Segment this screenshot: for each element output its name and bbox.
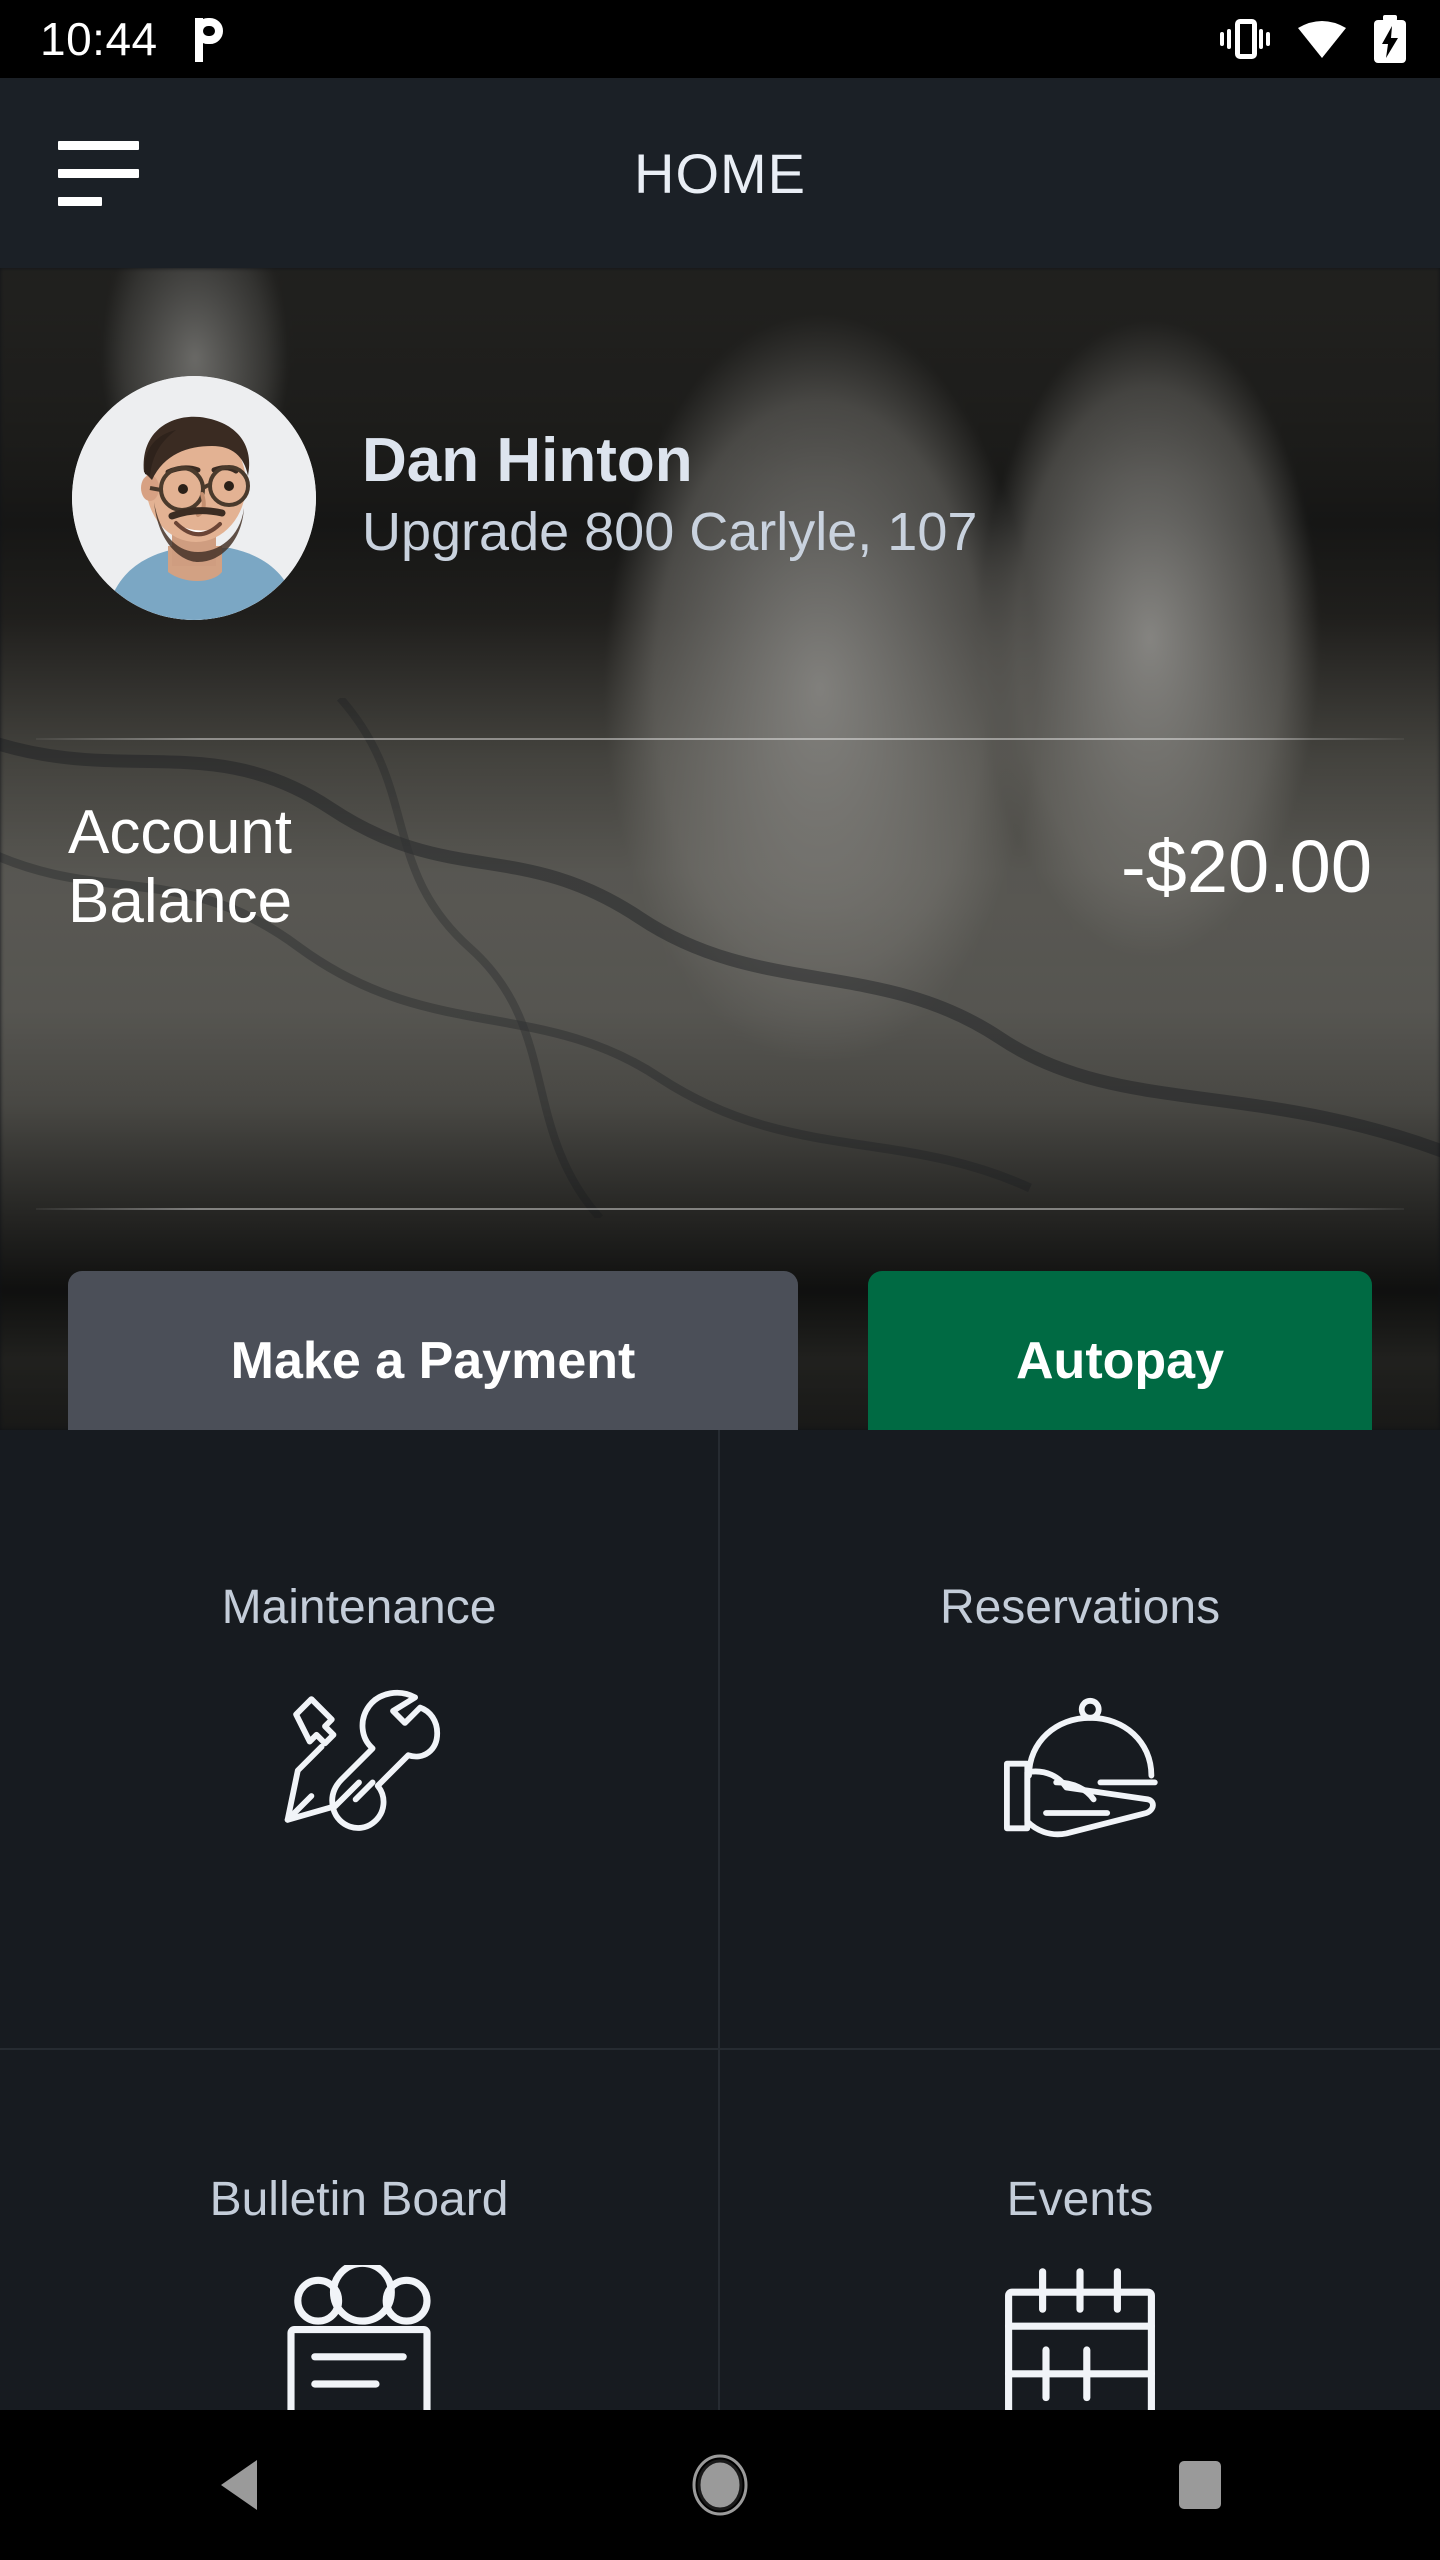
account-balance-label: Account Balance: [68, 798, 293, 937]
recents-button[interactable]: [1125, 2410, 1275, 2560]
profile-block[interactable]: Dan Hinton Upgrade 800 Carlyle, 107: [72, 376, 977, 620]
autopay-button[interactable]: Autopay: [868, 1271, 1372, 1430]
battery-charging-icon: [1374, 15, 1406, 63]
back-button[interactable]: [165, 2410, 315, 2560]
pandora-icon: [192, 16, 226, 62]
profile-name: Dan Hinton: [362, 425, 693, 495]
payment-actions-row: Make a Payment Autopay: [0, 1271, 1440, 1430]
tile-maintenance[interactable]: Maintenance: [0, 1430, 720, 2050]
home-button[interactable]: [645, 2410, 795, 2560]
avatar[interactable]: [72, 376, 316, 620]
status-bar-system-icons: [1220, 15, 1406, 63]
tile-bulletin-board[interactable]: Bulletin Board: [0, 2050, 720, 2410]
tools-icon: [274, 1677, 444, 1847]
tile-label: Bulletin Board: [209, 2173, 509, 2226]
tile-label: Reservations: [939, 1581, 1221, 1634]
hamburger-menu-icon[interactable]: [58, 138, 148, 208]
profile-address: Upgrade 800 Carlyle, 107: [362, 502, 978, 563]
account-balance-amount: -$20.00: [1121, 825, 1372, 909]
status-bar-notification-icons: [192, 16, 226, 62]
tile-events[interactable]: Events: [720, 2050, 1440, 2410]
vibrate-icon: [1220, 17, 1270, 61]
status-bar-clock: 10:44: [40, 13, 158, 65]
wifi-icon: [1296, 18, 1348, 60]
tile-label: Events: [1006, 2173, 1154, 2226]
shortcut-grid: Maintenance Reservations Bulletin Board …: [0, 1430, 1440, 2410]
account-balance-row: Account Balance -$20.00: [0, 798, 1440, 937]
bulletin-board-icon: [274, 2265, 444, 2410]
balance-divider-bottom: [36, 1208, 1404, 1210]
balance-divider-top: [36, 738, 1404, 740]
profile-text: Dan Hinton Upgrade 800 Carlyle, 107: [362, 425, 978, 569]
page-title: HOME: [634, 141, 806, 205]
tile-label: Maintenance: [221, 1581, 497, 1634]
phone-screen: 10:44 HOME Dan Hinton Upgrade 800 Carlyl…: [0, 0, 1440, 2560]
android-navigation-bar: [0, 2410, 1440, 2560]
calendar-icon: [995, 2265, 1165, 2410]
serving-dome-hand-icon: [995, 1677, 1165, 1847]
make-payment-button[interactable]: Make a Payment: [68, 1271, 798, 1430]
status-bar: 10:44: [0, 0, 1440, 78]
tile-reservations[interactable]: Reservations: [720, 1430, 1440, 2050]
app-bar: HOME: [0, 78, 1440, 268]
hero-section: Dan Hinton Upgrade 800 Carlyle, 107 Acco…: [0, 268, 1440, 1430]
